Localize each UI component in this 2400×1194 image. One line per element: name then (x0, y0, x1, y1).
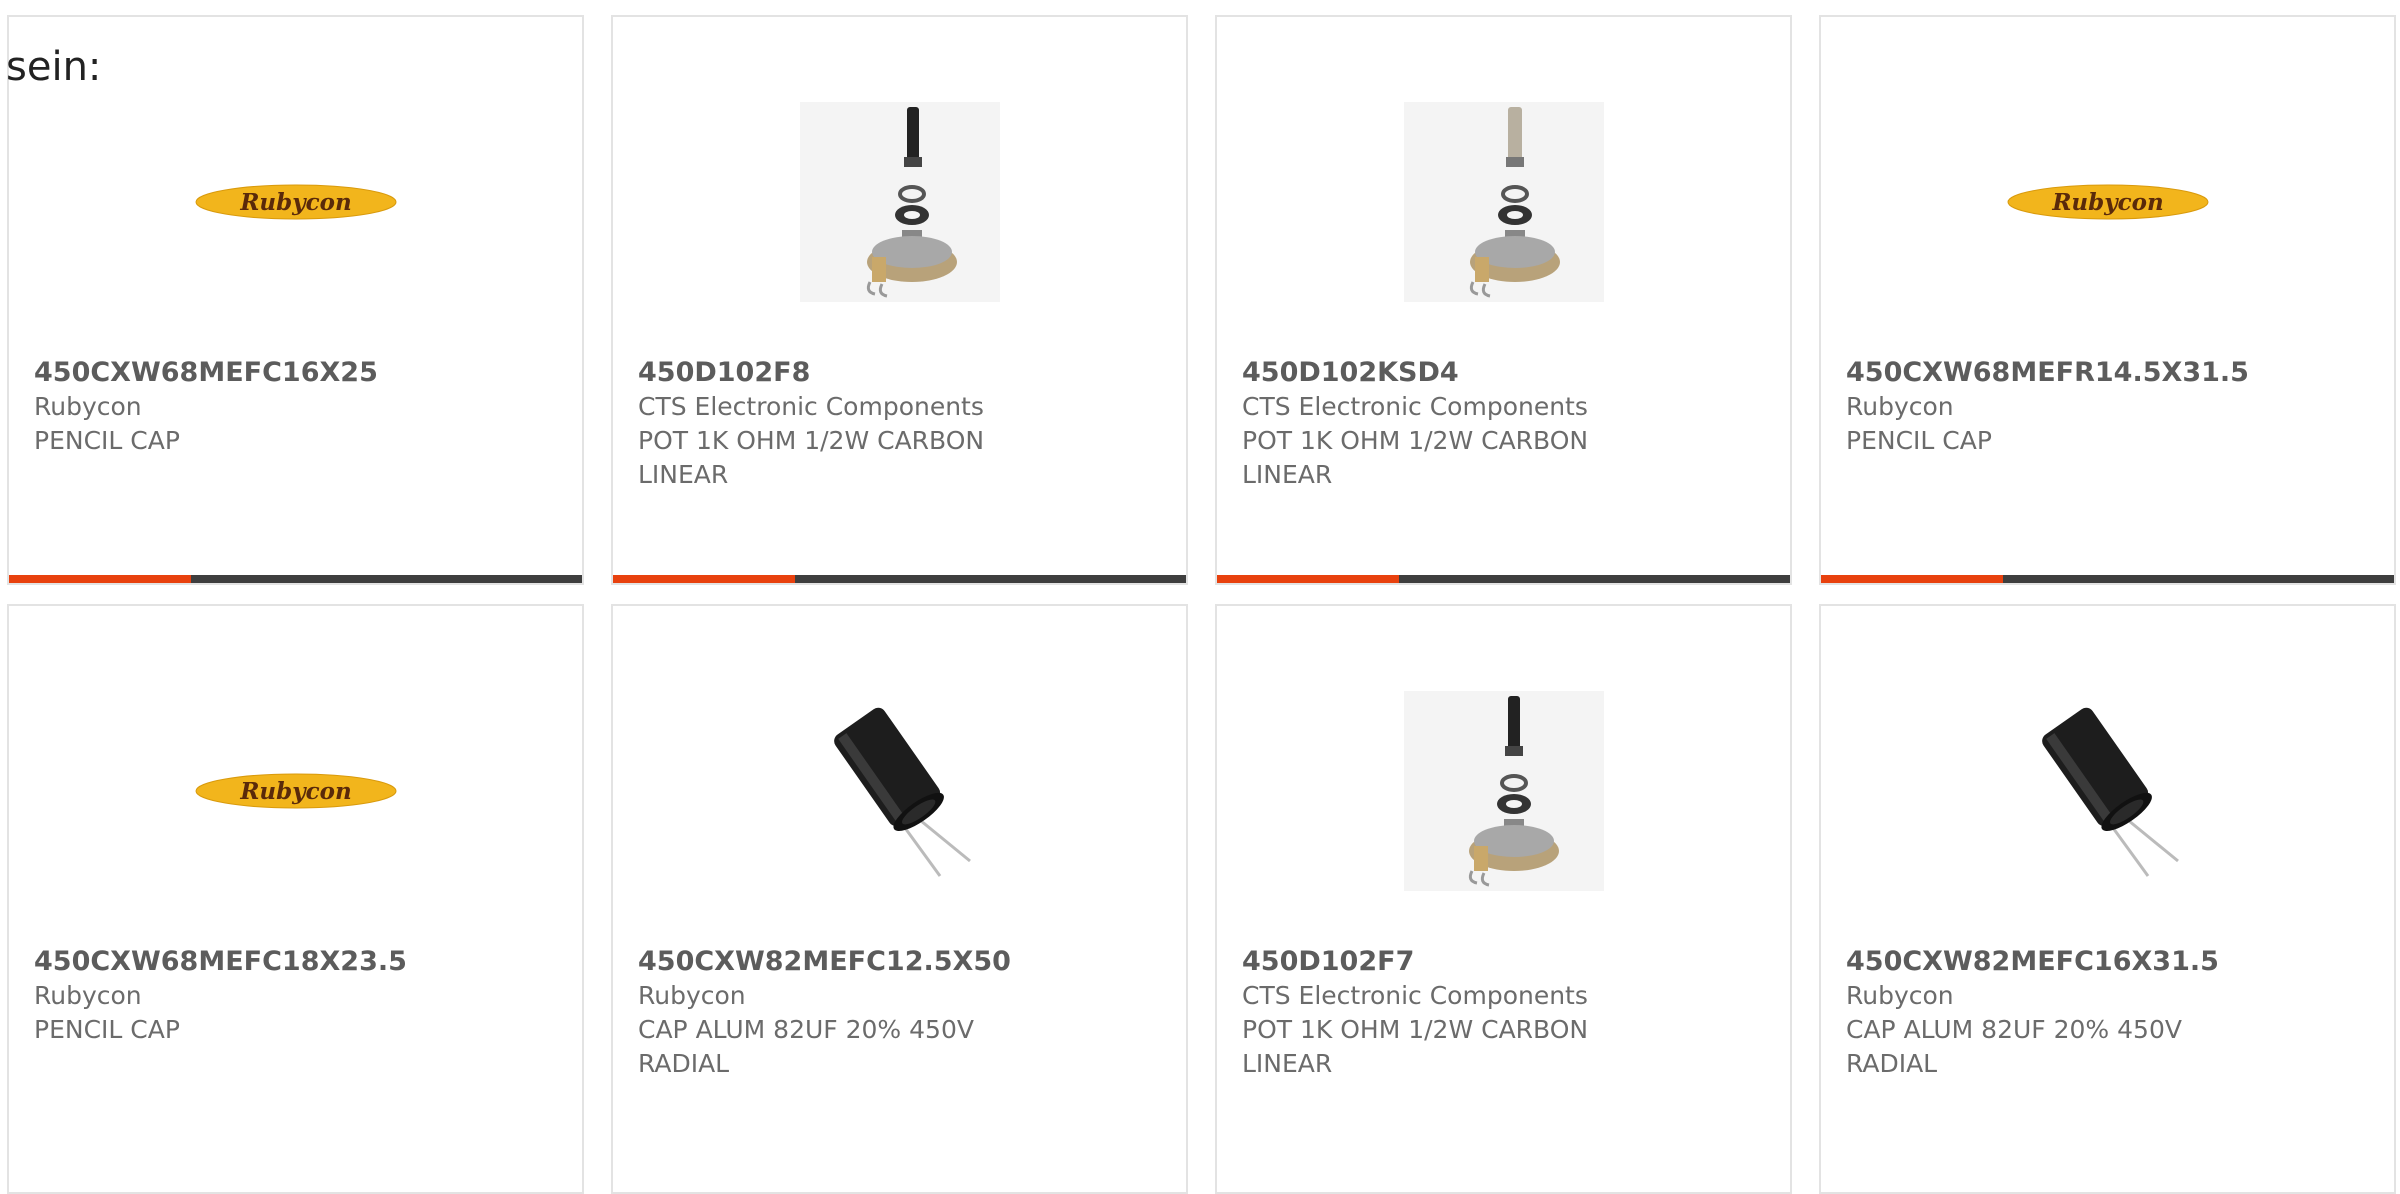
product-card[interactable]: 450CXW82MEFC12.5X50 Rubycon CAP ALUM 82U… (611, 604, 1188, 1194)
part-number[interactable]: 450CXW82MEFC12.5X50 (638, 945, 1161, 979)
product-image[interactable] (1821, 666, 2394, 916)
card-accent-bar (1217, 575, 1399, 583)
card-bottom-bar (1821, 575, 2394, 583)
card-accent-bar (613, 575, 795, 583)
card-accent-bar (1821, 575, 2003, 583)
product-description: POT 1K OHM 1/2W CARBON LINEAR (638, 426, 985, 489)
product-description: PENCIL CAP (1846, 426, 1992, 455)
product-image[interactable]: Rubycon (9, 77, 582, 327)
product-image[interactable]: Rubycon (9, 666, 582, 916)
rubycon-logo-icon: Rubycon (195, 184, 396, 220)
capacitor-icon (2041, 707, 2179, 877)
product-description: CAP ALUM 82UF 20% 450V RADIAL (638, 1015, 974, 1078)
product-card[interactable]: 450CXW82MEFC16X31.5 Rubycon CAP ALUM 82U… (1819, 604, 2396, 1194)
manufacturer: CTS Electronic Components (638, 392, 984, 421)
product-info: 450CXW82MEFC16X31.5 Rubycon CAP ALUM 82U… (1846, 945, 2369, 1081)
product-info: 450CXW68MEFC18X23.5 Rubycon PENCIL CAP (34, 945, 557, 1047)
potentiometer-icon (1403, 691, 1604, 891)
svg-text:Rubycon: Rubycon (239, 778, 351, 805)
rubycon-logo-icon: Rubycon (2007, 184, 2208, 220)
card-bottom-bar (9, 575, 582, 583)
potentiometer-icon (799, 102, 1000, 302)
product-card[interactable]: 450D102KSD4 CTS Electronic Components PO… (1215, 15, 1792, 585)
part-number[interactable]: 450D102KSD4 (1242, 356, 1765, 390)
product-card[interactable]: Rubycon 450CXW68MEFC18X23.5 Rubycon PENC… (7, 604, 584, 1194)
part-number[interactable]: 450D102F8 (638, 356, 1161, 390)
part-number[interactable]: 450CXW68MEFC18X23.5 (34, 945, 557, 979)
product-card[interactable]: Rubycon 450CXW68MEFR14.5X31.5 Rubycon PE… (1819, 15, 2396, 585)
product-description: CAP ALUM 82UF 20% 450V RADIAL (1846, 1015, 2182, 1078)
product-description: PENCIL CAP (34, 1015, 180, 1044)
card-accent-bar (9, 575, 191, 583)
product-description: POT 1K OHM 1/2W CARBON LINEAR (1242, 426, 1589, 489)
product-description: POT 1K OHM 1/2W CARBON LINEAR (1242, 1015, 1589, 1078)
product-image[interactable]: Rubycon (1821, 77, 2394, 327)
manufacturer: Rubycon (1846, 981, 1954, 1010)
part-number[interactable]: 450D102F7 (1242, 945, 1765, 979)
product-image[interactable] (1217, 666, 1790, 916)
svg-text:Rubycon: Rubycon (2051, 189, 2163, 216)
rubycon-logo-icon: Rubycon (195, 773, 396, 809)
product-card[interactable]: 450D102F7 CTS Electronic Components POT … (1215, 604, 1792, 1194)
product-info: 450D102KSD4 CTS Electronic Components PO… (1242, 356, 1765, 492)
manufacturer: Rubycon (34, 981, 142, 1010)
product-description: PENCIL CAP (34, 426, 180, 455)
product-card[interactable]: 450D102F8 CTS Electronic Components POT … (611, 15, 1188, 585)
part-number[interactable]: 450CXW68MEFC16X25 (34, 356, 557, 390)
manufacturer: CTS Electronic Components (1242, 392, 1588, 421)
capacitor-icon (833, 707, 971, 877)
svg-text:Rubycon: Rubycon (239, 189, 351, 216)
product-image[interactable] (1217, 77, 1790, 327)
product-info: 450CXW68MEFC16X25 Rubycon PENCIL CAP (34, 356, 557, 458)
part-number[interactable]: 450CXW82MEFC16X31.5 (1846, 945, 2369, 979)
card-bottom-bar (1217, 575, 1790, 583)
manufacturer: Rubycon (638, 981, 746, 1010)
product-card[interactable]: Rubycon 450CXW68MEFC16X25 Rubycon PENCIL… (7, 15, 584, 585)
manufacturer: Rubycon (34, 392, 142, 421)
product-grid: Rubycon 450CXW68MEFC16X25 Rubycon PENCIL… (0, 0, 2400, 1194)
product-image[interactable] (613, 77, 1186, 327)
product-image[interactable] (613, 666, 1186, 916)
product-info: 450D102F8 CTS Electronic Components POT … (638, 356, 1161, 492)
product-info: 450CXW68MEFR14.5X31.5 Rubycon PENCIL CAP (1846, 356, 2369, 458)
product-info: 450CXW82MEFC12.5X50 Rubycon CAP ALUM 82U… (638, 945, 1161, 1081)
potentiometer-icon (1403, 102, 1604, 302)
manufacturer: CTS Electronic Components (1242, 981, 1588, 1010)
card-bottom-bar (613, 575, 1186, 583)
manufacturer: Rubycon (1846, 392, 1954, 421)
part-number[interactable]: 450CXW68MEFR14.5X31.5 (1846, 356, 2369, 390)
intro-text: sein: (6, 44, 102, 90)
product-info: 450D102F7 CTS Electronic Components POT … (1242, 945, 1765, 1081)
